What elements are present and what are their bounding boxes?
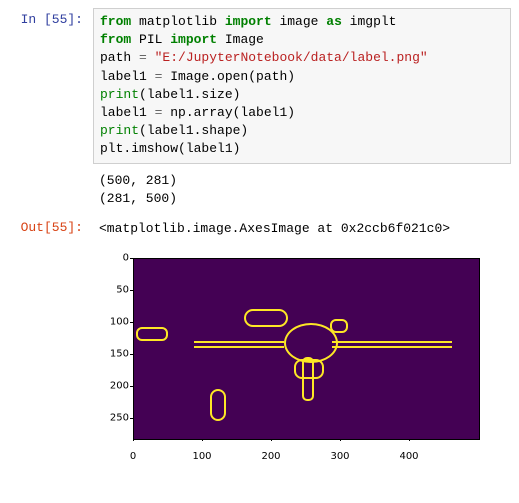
- plot-shape: [332, 341, 452, 348]
- input-prompt: In [55]:: [8, 8, 93, 164]
- code-text: PIL: [131, 32, 170, 47]
- xtick-label: 100: [192, 451, 211, 462]
- plot-shape: [210, 389, 226, 421]
- code-text: path: [100, 50, 139, 65]
- operator-eq: =: [139, 50, 147, 65]
- ytick-label: 150: [93, 349, 129, 360]
- code-text: Image.open(path): [162, 69, 295, 84]
- keyword-import: import: [170, 32, 217, 47]
- plot-shape: [194, 341, 284, 348]
- code-text: imgplt: [342, 14, 397, 29]
- output-cell: Out[55]: <matplotlib.image.AxesImage at …: [8, 216, 511, 242]
- input-cell: In [55]: from matplotlib import image as…: [8, 8, 511, 164]
- keyword-import: import: [225, 14, 272, 29]
- plot-axes: [133, 258, 480, 440]
- stdout-cell: (500, 281) (281, 500): [8, 168, 511, 212]
- keyword-as: as: [326, 14, 342, 29]
- code-text: label1: [100, 69, 155, 84]
- string-literal: "E:/JupyterNotebook/data/label.png": [147, 50, 428, 65]
- plot-shape: [294, 359, 324, 379]
- builtin-print: print: [100, 87, 139, 102]
- xtick-label: 0: [130, 451, 136, 462]
- matplotlib-figure: 0 50 100 150 200 250 0 100 200 300 400: [93, 252, 488, 462]
- ytick-label: 250: [93, 413, 129, 424]
- result-repr: <matplotlib.image.AxesImage at 0x2ccb6f0…: [93, 216, 511, 242]
- builtin-print: print: [100, 123, 139, 138]
- xtick-label: 300: [330, 451, 349, 462]
- ytick-label: 50: [93, 285, 129, 296]
- ytick-label: 100: [93, 317, 129, 328]
- empty-prompt: [8, 168, 93, 212]
- xtick-label: 400: [399, 451, 418, 462]
- keyword-from: from: [100, 32, 131, 47]
- keyword-from: from: [100, 14, 131, 29]
- stdout-line: (281, 500): [99, 191, 177, 206]
- plot-shape: [136, 327, 168, 341]
- code-text: label1: [100, 105, 155, 120]
- ytick-label: 0: [93, 253, 129, 264]
- ytick-label: 200: [93, 381, 129, 392]
- code-text: (label1.shape): [139, 123, 248, 138]
- plot-shape: [330, 319, 348, 333]
- code-text: (label1.size): [139, 87, 240, 102]
- plot-output: 0 50 100 150 200 250 0 100 200 300 400: [93, 246, 511, 462]
- code-text: matplotlib: [131, 14, 225, 29]
- output-prompt: Out[55]:: [8, 216, 93, 242]
- code-text: image: [272, 14, 327, 29]
- code-text: Image: [217, 32, 264, 47]
- plot-shape: [244, 309, 288, 327]
- stdout-line: (500, 281): [99, 173, 177, 188]
- code-text: plt.imshow(label1): [100, 141, 240, 156]
- code-text: np.array(label1): [162, 105, 295, 120]
- stdout-output: (500, 281) (281, 500): [93, 168, 511, 212]
- xtick-label: 200: [261, 451, 280, 462]
- code-input[interactable]: from matplotlib import image as imgplt f…: [93, 8, 511, 164]
